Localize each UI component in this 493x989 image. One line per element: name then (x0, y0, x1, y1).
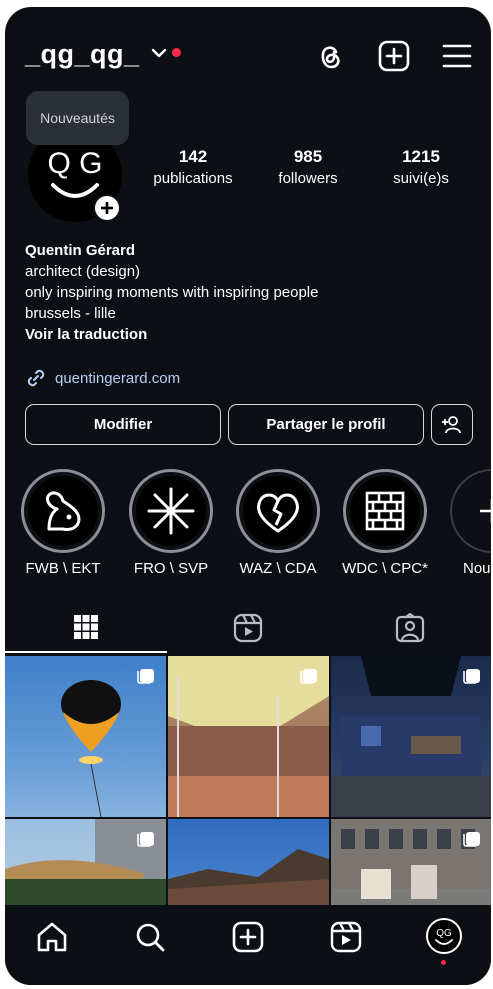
notification-dot (172, 48, 181, 57)
stat-number: 142 (178, 147, 208, 166)
threads-icon[interactable] (313, 39, 347, 73)
stat-number: 1215 (402, 147, 440, 166)
stat-followers[interactable]: 985 followers (260, 147, 356, 187)
asterisk-icon (147, 487, 195, 535)
menu-icon[interactable] (440, 39, 474, 73)
highlight-waz[interactable]: WAZ \ CDA (235, 469, 321, 577)
multi-photo-icon (137, 669, 154, 684)
avatar-letters: Q G (47, 147, 102, 180)
multi-photo-icon (137, 832, 154, 847)
highlight-ring (343, 469, 427, 553)
stat-label: followers (278, 170, 338, 187)
multi-photo-icon (463, 832, 480, 847)
reels-icon[interactable] (328, 919, 364, 955)
highlight-label: WDC \ CPC* (342, 560, 428, 577)
highlight-new[interactable]: Nouveau (449, 469, 491, 577)
stat-label: suivi(e)s (393, 170, 449, 187)
content-tabs (5, 603, 491, 655)
bio-line: only inspiring moments with inspiring pe… (25, 284, 319, 301)
plus-icon (480, 499, 491, 523)
bottom-nav: QG (5, 905, 491, 985)
tagged-icon (395, 613, 425, 643)
add-person-icon (442, 415, 461, 433)
highlight-label: FWB \ EKT (25, 560, 101, 577)
notification-dot (441, 960, 446, 965)
multi-photo-icon (300, 669, 317, 684)
edit-profile-button[interactable]: Modifier (25, 404, 221, 445)
highlight-fwb[interactable]: FWB \ EKT (20, 469, 106, 577)
post-thumbnail[interactable] (331, 656, 491, 817)
discover-people-button[interactable] (431, 404, 473, 445)
home-icon[interactable] (34, 919, 70, 955)
highlight-fro[interactable]: FRO \ SVP (128, 469, 214, 577)
highlight-label: FRO \ SVP (133, 560, 209, 577)
bio: Quentin Gérard architect (design) only i… (25, 240, 318, 345)
share-profile-button[interactable]: Partager le profil (228, 404, 424, 445)
highlight-label: WAZ \ CDA (239, 560, 317, 577)
highlight-ring (21, 469, 105, 553)
profile-avatar[interactable]: QG (425, 917, 463, 955)
highlight-ring (450, 469, 491, 553)
see-translation-link[interactable]: Voir la traduction (25, 324, 318, 345)
stat-posts[interactable]: 142 publications (145, 147, 241, 187)
highlight-label: Nouveau (463, 560, 491, 577)
bio-line: brussels - lille (25, 305, 116, 322)
stat-following[interactable]: 1215 suivi(e)s (373, 147, 469, 187)
brick-wall-icon (365, 491, 405, 531)
avatar-small-letters: QG (436, 928, 452, 939)
tab-reels[interactable] (167, 603, 329, 653)
display-name: Quentin Gérard (25, 242, 136, 259)
search-icon[interactable] (132, 919, 168, 955)
news-tooltip[interactable]: Nouveautés (26, 91, 129, 145)
post-thumbnail[interactable] (168, 656, 329, 817)
highlight-ring (236, 469, 320, 553)
website-link[interactable]: quentingerard.com (25, 367, 180, 389)
bird-icon (45, 491, 81, 531)
highlight-wdc[interactable]: WDC \ CPC* (342, 469, 428, 577)
stat-number: 985 (293, 147, 323, 166)
create-icon[interactable] (377, 39, 411, 73)
grid-icon (74, 615, 98, 639)
username[interactable]: _qg_qg_ (25, 39, 140, 70)
profile-screen: _qg_qg_ Q G Nouveautés 142 publications … (5, 7, 491, 985)
top-bar: _qg_qg_ (5, 35, 491, 79)
create-icon[interactable] (230, 919, 266, 955)
post-thumbnail[interactable] (5, 656, 166, 817)
link-icon (27, 369, 45, 387)
tab-tagged[interactable] (329, 603, 491, 653)
bio-line: architect (design) (25, 263, 141, 280)
broken-heart-icon (257, 493, 299, 533)
stat-label: publications (153, 170, 233, 187)
tab-posts[interactable] (5, 603, 167, 653)
chevron-down-icon[interactable] (151, 47, 167, 59)
multi-photo-icon (463, 669, 480, 684)
highlight-ring (129, 469, 213, 553)
website-url: quentingerard.com (55, 369, 181, 387)
reels-icon (233, 613, 263, 643)
